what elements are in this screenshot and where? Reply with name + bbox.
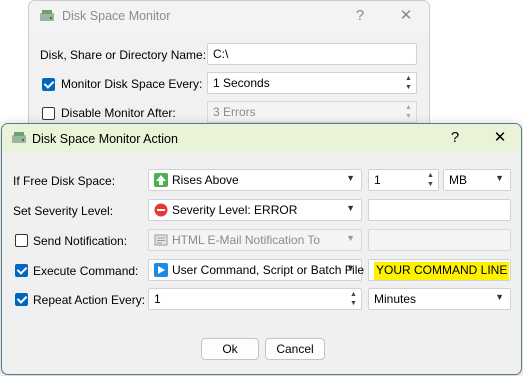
notification-select[interactable]: HTML E-Mail Notification To [148,229,362,251]
execute-command-checkbox[interactable] [15,264,28,277]
repeat-unit-select[interactable]: Minutes [368,288,511,310]
severity-select[interactable]: Severity Level: ERROR [148,199,362,221]
command-line-input[interactable]: YOUR COMMAND LINE [368,259,511,281]
arrow-up-icon [154,173,168,187]
monitor-interval-input[interactable]: 1 Seconds ▲ ▼ [207,72,417,94]
repeat-action-checkbox[interactable] [15,293,28,306]
monitor-checkbox[interactable] [42,78,55,91]
execute-type-value: User Command, Script or Batch File [172,263,365,277]
email-icon [154,234,168,246]
disable-monitor-label: Disable Monitor After: [61,106,176,120]
free-space-condition-select[interactable]: Rises Above [148,169,362,191]
execute-command-label: Execute Command: [33,264,139,278]
free-space-amount-input[interactable]: 1 ▲ ▼ [368,169,439,191]
chevron-down-icon[interactable] [346,203,355,213]
notification-target-input[interactable] [368,229,511,251]
monitor-interval-value: 1 Seconds [213,76,270,90]
chevron-down-icon[interactable] [346,263,355,273]
severity-value: Severity Level: ERROR [172,203,298,217]
chevron-down-icon[interactable] [495,173,504,183]
disk-space-monitor-action-dialog: Disk Space Monitor Action ? ✕ If Free Di… [1,123,522,375]
spin-down-icon[interactable]: ▼ [402,112,415,121]
monitor-interval-spinner[interactable]: ▲ ▼ [402,74,415,92]
title-bar: Disk Space Monitor ? ✕ [29,1,429,32]
disable-monitor-input[interactable]: 3 Errors ▲ ▼ [207,101,417,123]
notification-value: HTML E-Mail Notification To [172,233,321,247]
severity-extra-input[interactable] [368,199,511,221]
chevron-down-icon[interactable] [346,233,355,243]
spin-down-icon[interactable]: ▼ [402,83,415,92]
severity-label: Set Severity Level: [13,204,114,218]
notification-checkbox[interactable] [15,234,28,247]
error-stop-icon [154,203,168,217]
spin-up-icon[interactable]: ▲ [402,103,415,112]
chevron-down-icon[interactable] [346,173,355,183]
spin-down-icon[interactable]: ▼ [424,180,437,189]
ok-button[interactable]: Ok [201,338,259,360]
close-button[interactable]: ✕ [391,5,421,27]
disk-space-monitor-window: Disk Space Monitor ? ✕ Disk, Share or Di… [28,0,430,136]
disk-monitor-app-icon [40,10,54,21]
cancel-button[interactable]: Cancel [265,338,325,360]
spin-up-icon[interactable]: ▲ [347,290,360,299]
free-space-amount-value: 1 [374,173,381,187]
disable-monitor-value: 3 Errors [213,105,256,119]
free-space-unit-value: MB [449,173,467,187]
disable-monitor-spinner[interactable]: ▲ ▼ [402,103,415,121]
path-label: Disk, Share or Directory Name: [40,48,207,62]
spin-up-icon[interactable]: ▲ [424,171,437,180]
command-line-value: YOUR COMMAND LINE [374,262,510,280]
close-button[interactable]: ✕ [485,127,515,149]
free-space-condition-value: Rises Above [172,173,239,187]
execute-type-select[interactable]: User Command, Script or Batch File [148,259,365,281]
chevron-down-icon[interactable] [495,292,504,302]
repeat-interval-spinner[interactable]: ▲ ▼ [347,290,360,308]
monitor-label: Monitor Disk Space Every: [61,77,203,91]
play-command-icon [154,263,168,277]
spin-up-icon[interactable]: ▲ [402,74,415,83]
repeat-interval-input[interactable]: 1 ▲ ▼ [148,288,362,310]
help-button[interactable]: ? [440,127,470,149]
dialog-title: Disk Space Monitor Action [32,132,178,146]
title-bar: Disk Space Monitor Action ? ✕ [2,124,521,153]
path-input[interactable]: C:\ [207,43,417,65]
free-space-unit-select[interactable]: MB [443,169,511,191]
disable-monitor-checkbox[interactable] [42,107,55,120]
free-space-amount-spinner[interactable]: ▲ ▼ [424,171,437,189]
repeat-interval-value: 1 [154,292,161,306]
spin-down-icon[interactable]: ▼ [347,299,360,308]
help-button[interactable]: ? [345,5,375,27]
window-title: Disk Space Monitor [62,9,171,23]
repeat-action-label: Repeat Action Every: [33,293,146,307]
free-space-label: If Free Disk Space: [13,174,116,188]
notification-label: Send Notification: [33,234,128,248]
disk-monitor-app-icon [12,132,26,143]
repeat-unit-value: Minutes [374,292,417,306]
